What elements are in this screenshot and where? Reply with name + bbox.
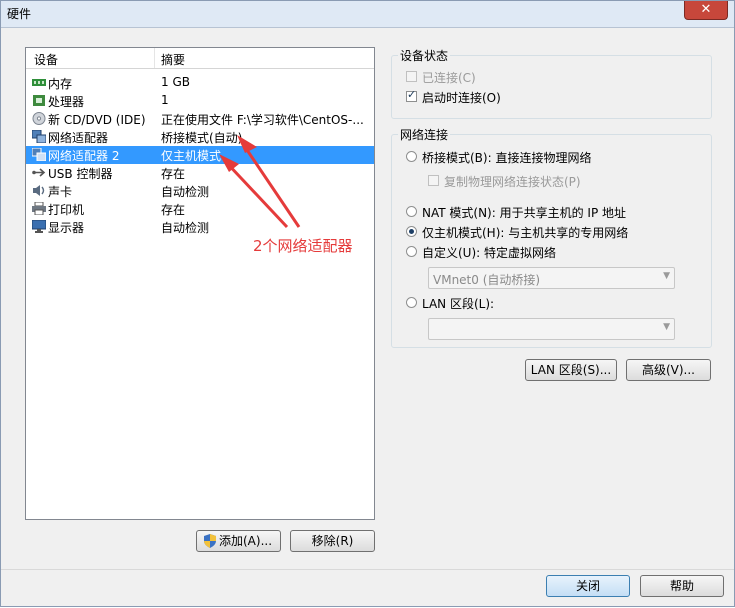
connect-on-power-checkbox[interactable]: ✓ bbox=[406, 88, 417, 102]
bridged-radio[interactable] bbox=[406, 151, 417, 162]
chevron-down-icon: ▼ bbox=[663, 322, 670, 332]
connect-on-power-label: 启动时连接(O) bbox=[422, 91, 501, 105]
remove-button-label: 移除(R) bbox=[311, 534, 354, 548]
custom-network-value: VMnet0 (自动桥接) bbox=[433, 273, 541, 287]
host-only-label: 仅主机模式(H): 与主机共享的专用网络 bbox=[422, 226, 629, 240]
add-device-button[interactable]: 添加(A)... bbox=[196, 530, 281, 552]
bridged-label: 桥接模式(B): 直接连接物理网络 bbox=[422, 151, 592, 165]
connected-label: 已连接(C) bbox=[422, 71, 476, 85]
uac-shield-icon bbox=[204, 534, 216, 548]
custom-radio[interactable] bbox=[406, 246, 417, 257]
lan-segments-label: LAN 区段(S)... bbox=[530, 363, 612, 377]
close-button[interactable]: 关闭 bbox=[546, 575, 630, 597]
custom-label: 自定义(U): 特定虚拟网络 bbox=[422, 246, 557, 260]
host-only-radio[interactable] bbox=[406, 226, 417, 237]
advanced-button[interactable]: 高级(V)... bbox=[626, 359, 711, 381]
network-connection-title: 网络连接 bbox=[398, 126, 451, 143]
lan-segment-radio[interactable] bbox=[406, 297, 417, 308]
replicate-state-checkbox[interactable] bbox=[428, 175, 439, 186]
radio-selected-dot bbox=[409, 229, 414, 234]
nat-label: NAT 模式(N): 用于共享主机的 IP 地址 bbox=[422, 206, 627, 220]
connected-checkbox[interactable] bbox=[406, 71, 417, 82]
chevron-down-icon: ▼ bbox=[663, 271, 670, 281]
device-status-group: 设备状态 已连接(C) ✓ 启动时连接(O) bbox=[391, 47, 712, 119]
checkmark-icon: ✓ bbox=[407, 88, 417, 101]
hardware-dialog: 硬件 ✕ 设备 摘要 内存 1 GB 处理器 1 新 CD/DVD (IDE) … bbox=[0, 0, 735, 607]
lan-segment-select[interactable]: ▼ bbox=[428, 318, 675, 340]
advanced-label: 高级(V)... bbox=[641, 363, 696, 377]
network-connection-group: 网络连接 桥接模式(B): 直接连接物理网络 复制物理网络连接状态(P) NAT… bbox=[391, 126, 712, 348]
nat-radio[interactable] bbox=[406, 206, 417, 217]
lan-segments-button[interactable]: LAN 区段(S)... bbox=[525, 359, 617, 381]
footer-divider bbox=[1, 569, 734, 570]
help-label: 帮助 bbox=[669, 579, 694, 593]
lan-segment-label: LAN 区段(L): bbox=[422, 297, 495, 311]
add-button-label: 添加(A)... bbox=[219, 534, 273, 548]
annotation-label: 2个网络适配器 bbox=[253, 237, 353, 255]
help-button[interactable]: 帮助 bbox=[640, 575, 724, 597]
replicate-state-label: 复制物理网络连接状态(P) bbox=[444, 175, 581, 189]
device-status-title: 设备状态 bbox=[398, 47, 451, 64]
custom-network-select[interactable]: VMnet0 (自动桥接) ▼ bbox=[428, 267, 675, 289]
close-label: 关闭 bbox=[575, 579, 600, 593]
remove-device-button[interactable]: 移除(R) bbox=[290, 530, 375, 552]
